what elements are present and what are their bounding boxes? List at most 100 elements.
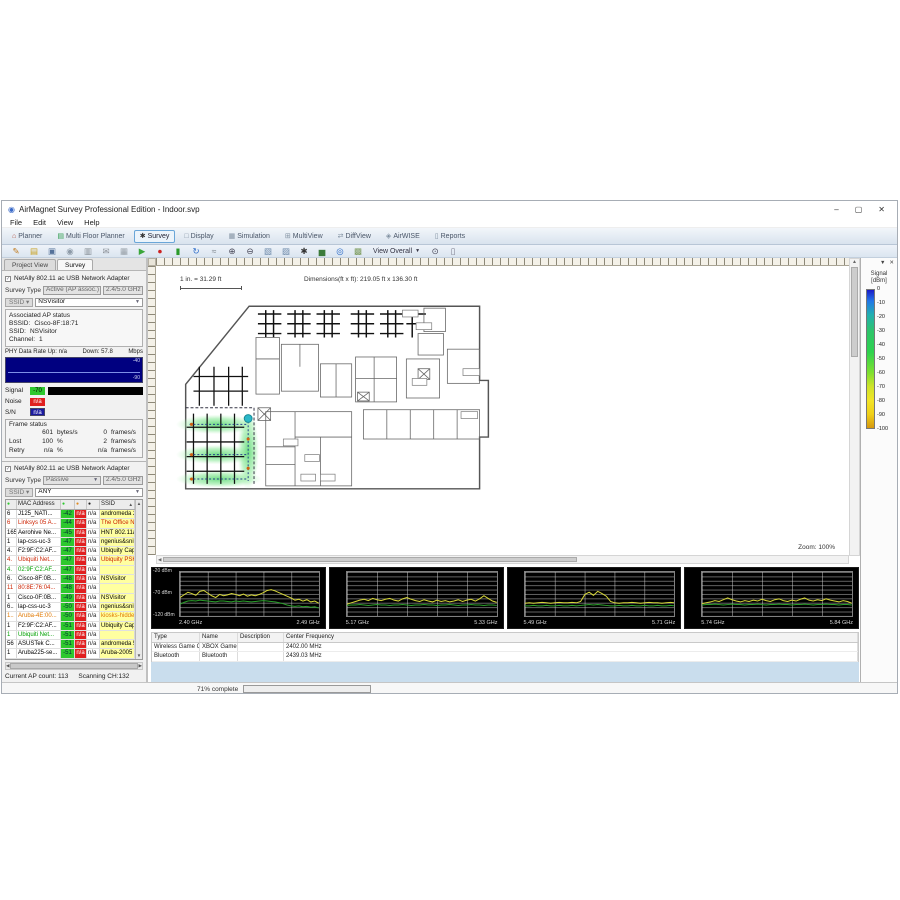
ap-table-row[interactable]: 6 J125_NATI... -42 n/a n/a andromeda 2g <box>6 510 135 519</box>
panel-icon[interactable]: ▯ <box>448 245 458 257</box>
wrench-icon[interactable]: ✎ <box>11 245 21 257</box>
ap-table-row[interactable]: 4. F2:9F:C2:AF... -47 n/a n/a Ubiquity C… <box>6 547 135 556</box>
legend-collapse-icon[interactable]: ▼ <box>880 260 885 266</box>
zoom-in-icon[interactable]: ⊕ <box>227 245 237 257</box>
menu-item[interactable]: Help <box>84 218 99 227</box>
canvas-vscrollbar[interactable]: ▲ <box>849 258 860 556</box>
stop-icon[interactable]: ● <box>155 245 165 257</box>
ap-channel: 6. <box>6 575 17 583</box>
ap-table-row[interactable]: 165 Aerohive Ne... -45 n/a n/a HNT 802.1… <box>6 529 135 538</box>
type-header[interactable]: Type <box>152 633 200 642</box>
ssid2-select[interactable]: ANY▼ <box>35 488 143 497</box>
floor-plan[interactable] <box>172 290 504 506</box>
minimize-button[interactable]: – <box>834 205 838 214</box>
ap-table-row[interactable]: 6 Linksys 05 A... -44 n/a n/a The Office… <box>6 519 135 528</box>
description-header[interactable]: Description <box>238 633 284 642</box>
survey-type-select[interactable]: Active (AP assoc.)▼ <box>43 286 101 295</box>
print-icon[interactable]: ▥ <box>83 245 93 257</box>
scroll-left-icon[interactable]: ◀ <box>6 663 9 669</box>
view-tab[interactable]: ⌂ Planner <box>6 230 48 242</box>
name-header[interactable]: Name <box>200 633 238 642</box>
band2-select[interactable]: 2.4/5.0 GHz▼ <box>103 476 143 485</box>
attach-icon[interactable]: ✉ <box>101 245 111 257</box>
legend-close-icon[interactable]: ✕ <box>889 260 894 266</box>
adapter1-checkbox[interactable]: ✓ <box>5 276 11 282</box>
signal-icon[interactable]: ≈ <box>209 245 219 257</box>
view-tab[interactable]: ⇄ DiffView <box>332 230 377 243</box>
view-tab[interactable]: ▤ Multi Floor Planner <box>51 230 130 243</box>
view-tab[interactable]: ▦ Simulation <box>223 230 276 243</box>
menu-item[interactable]: File <box>10 218 22 227</box>
view-tab[interactable]: ▯ Reports <box>429 230 471 243</box>
hscroll-thumb[interactable] <box>163 557 576 562</box>
menu-item[interactable]: Edit <box>33 218 46 227</box>
zoom-out-icon[interactable]: ⊖ <box>245 245 255 257</box>
scroll-left-icon[interactable]: ◀ <box>158 557 161 563</box>
ap-table-row[interactable]: 1 Cisco-0F:0B... -49 n/a n/a NSVisitor <box>6 594 135 603</box>
view-tab[interactable]: ◈ AirWISE <box>380 230 426 243</box>
maximize-button[interactable]: ▢ <box>855 205 863 214</box>
ap-table-row[interactable]: 1 lap-css-uc-3 -47 n/a n/a ngenius&sniff… <box>6 538 135 547</box>
vscroll-thumb[interactable] <box>851 267 858 357</box>
ssid-select[interactable]: NSVisitor▼ <box>35 298 143 307</box>
menu-item[interactable]: View <box>57 218 73 227</box>
spectrum-chart-5-5ghz[interactable]: 5.49 GHz 5.71 GHz <box>507 567 682 629</box>
snapshot-icon[interactable]: ▨ <box>281 245 291 257</box>
chart-icon[interactable]: ▅ <box>317 245 327 257</box>
floor-plan-canvas[interactable]: 1 in. = 31.29 ft Dimensions(ft x ft): 21… <box>156 266 849 555</box>
survey-type2-select[interactable]: Passive▼ <box>43 476 101 485</box>
ap-table-header[interactable]: ● MAC Address ● ● ● SSID▲ <box>6 500 135 510</box>
spectrum-chart-5-2ghz[interactable]: 5.17 GHz 5.33 GHz <box>329 567 504 629</box>
center-frequency-header[interactable]: Center Frequency <box>284 633 858 642</box>
ap-table-row[interactable]: 11 80:8E:76:04... -48 n/a n/a <box>6 584 135 593</box>
refresh-icon[interactable]: ↻ <box>191 245 201 257</box>
ap-table-row[interactable]: 4. 02:9F:C2:AF... -47 n/a n/a <box>6 566 135 575</box>
tab-project-view[interactable]: Project View <box>4 259 56 270</box>
ap-table-scrollbar[interactable]: ▲ ▼ <box>135 500 142 659</box>
ssid-header[interactable]: SSID <box>101 500 115 509</box>
ap-table-row[interactable]: 1 Ubiquiti Net... -51 n/a n/a <box>6 631 135 640</box>
spectrum-chart-5-8ghz[interactable]: 5.74 GHz 5.84 GHz <box>684 567 859 629</box>
view-tab-icon: ⊞ <box>285 232 291 240</box>
view-overall-dropdown[interactable]: View Overall ▼ <box>373 248 420 255</box>
mac-address-header[interactable]: MAC Address <box>17 500 61 509</box>
tab-survey-panel[interactable]: Survey <box>57 259 93 270</box>
image-icon[interactable]: ▩ <box>353 245 363 257</box>
ap-table-row[interactable]: 1 Aruba225-se... -51 n/a n/a Aruba-2005 <box>6 649 135 658</box>
sn-dot-icon: ● <box>88 502 91 507</box>
media-icon[interactable]: ▦ <box>119 245 129 257</box>
search-icon[interactable]: ⊙ <box>430 245 440 257</box>
battery-icon[interactable]: ▮ <box>173 245 183 257</box>
close-button[interactable]: ✕ <box>878 205 885 214</box>
ap-table-hscrollbar[interactable]: ◀ ▶ <box>5 662 143 670</box>
ap-table-row[interactable]: 1.. Aruba-4E:00... -50 n/a n/a kiosks-hi… <box>6 612 135 621</box>
ap-table-row[interactable]: 6.. lap-css-uc-3 -50 n/a n/a ngenius&sni… <box>6 603 135 612</box>
globe-icon[interactable]: ◎ <box>335 245 345 257</box>
open-folder-icon[interactable]: ▤ <box>29 245 39 257</box>
ap-table-row[interactable]: 6. Cisco-8F:0B... -48 n/a n/a NSVisitor <box>6 575 135 584</box>
ap-sn: n/a <box>87 640 100 648</box>
band-select[interactable]: 2.4/5.0 GHz▼ <box>103 286 143 295</box>
canvas-hscrollbar[interactable]: ◀ <box>156 555 849 564</box>
view-tab[interactable]: □ Display <box>178 230 219 242</box>
scroll-right-icon[interactable]: ▶ <box>139 663 142 669</box>
ap-ssid: andromeda 2g <box>100 510 135 518</box>
ap-table-row[interactable]: 4. Ubiquiti Net... -47 n/a n/a Ubiquity … <box>6 556 135 565</box>
interferer-row[interactable]: Bluetooth Bluetooth 2439.03 MHz <box>152 652 858 662</box>
export-image-icon[interactable]: ▧ <box>263 245 273 257</box>
record-icon[interactable]: ◉ <box>65 245 75 257</box>
save-icon[interactable]: ▣ <box>47 245 57 257</box>
play-icon[interactable]: ▶ <box>137 245 147 257</box>
adapter2-checkbox[interactable]: ✓ <box>5 466 11 472</box>
view-tab[interactable]: ✱ Survey <box>134 230 176 243</box>
ap-table-row[interactable]: 56 ASUSTek C... -51 n/a n/a andromeda 5g <box>6 640 135 649</box>
scroll-up-icon[interactable]: ▲ <box>852 259 857 265</box>
survey-walk-icon[interactable]: ✱ <box>299 245 309 257</box>
interferer-row[interactable]: Wireless Game Contr... XBOX Game ... 240… <box>152 643 858 653</box>
scroll-down-icon[interactable]: ▼ <box>137 653 141 658</box>
spectrum-chart-2-4ghz[interactable]: -20 dBm -70 dBm -120 dBm 2.40 GHz 2.49 G… <box>151 567 326 629</box>
ap-table-row[interactable]: 1 F2:9F:C2:AF... -51 n/a n/a Ubiquity Ca… <box>6 622 135 631</box>
view-tab[interactable]: ⊞ MultiView <box>279 230 329 243</box>
hscroll-thumb[interactable] <box>10 663 137 669</box>
scroll-up-icon[interactable]: ▲ <box>137 501 141 506</box>
